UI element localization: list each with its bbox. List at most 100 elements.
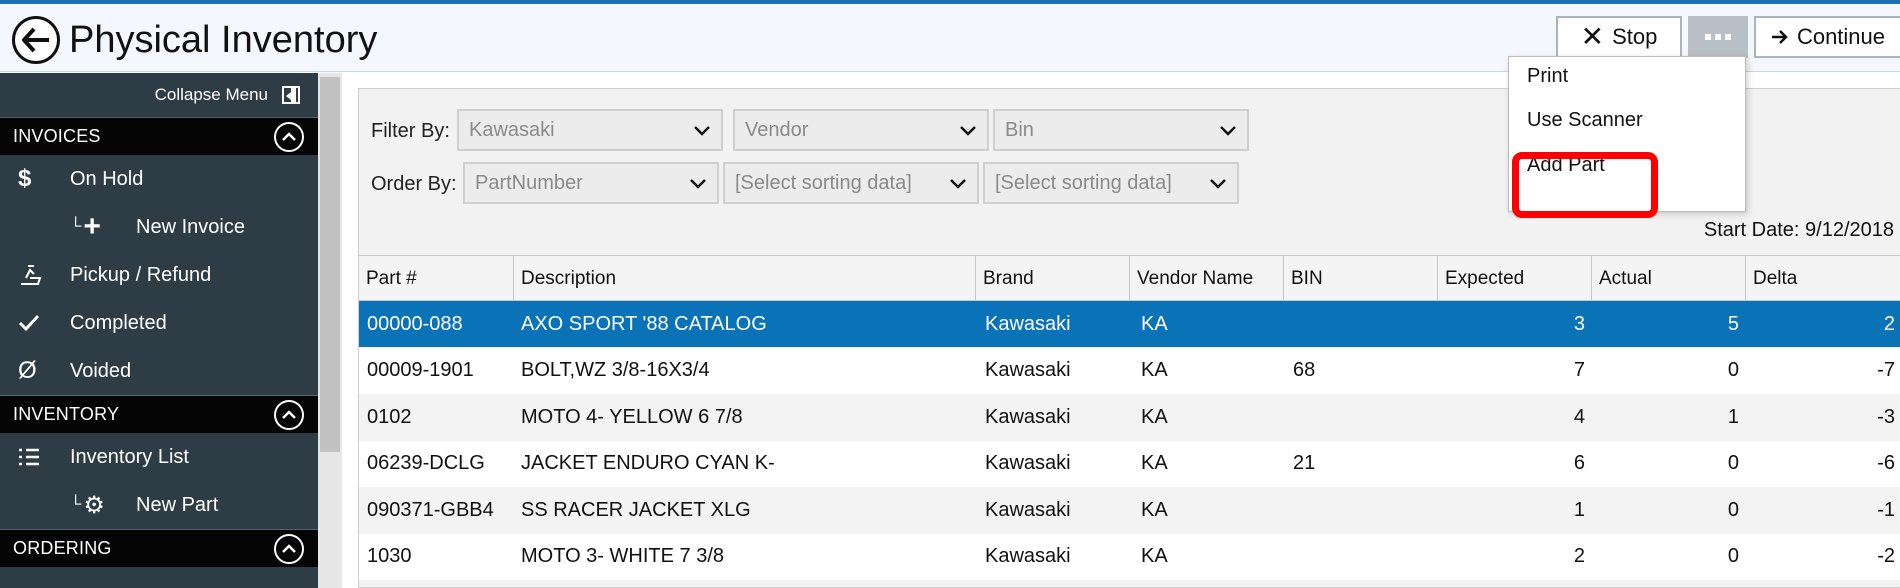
sidebar-scrollbar[interactable] (318, 73, 342, 588)
column-header-expected[interactable]: Expected (1437, 256, 1591, 302)
cell-description: SS RACER JACKET XLG (521, 498, 751, 521)
chevron-down-icon (694, 126, 710, 136)
collapse-menu-button[interactable]: Collapse Menu (0, 73, 318, 117)
sidebar-item-new-invoice[interactable]: └ + New Invoice (0, 203, 318, 251)
continue-label: Continue (1796, 24, 1886, 49)
column-header-delta[interactable]: Delta (1745, 256, 1900, 302)
cell-description: BOLT,WZ 3/8-16X3/4 (521, 359, 710, 381)
table-row[interactable]: 06239-DCLG JACKET ENDURO CYAN K- Kawasaki K… (359, 440, 1900, 487)
sidebar-item-label: Pickup / Refund (70, 263, 212, 286)
filter-brand-select[interactable]: Kawasaki (457, 109, 723, 151)
filter-vendor-select[interactable]: Vendor (733, 109, 989, 151)
sidebar-item-completed[interactable]: Completed (0, 299, 318, 347)
order-by-select-2[interactable]: [Select sorting data] (723, 162, 979, 204)
chevron-up-icon[interactable] (274, 399, 304, 430)
table-row[interactable]: 090371-GBB4 SS RACER JACKET XLG Kawasaki KA… (359, 487, 1900, 533)
cell-delta: -3 (1877, 405, 1895, 428)
sidebar: Collapse Menu INVOICES $ On Hold └ + New … (0, 73, 318, 588)
filter-row: Filter By: (359, 109, 463, 153)
sidebar-item-label: On Hold (70, 167, 144, 190)
cell-brand: Kawasaki (985, 312, 1071, 335)
sidebar-item-new-part[interactable]: └ ⚙ New Part (0, 481, 318, 529)
filter-bin-select[interactable]: Bin (993, 109, 1249, 151)
grid-header: Part # Description Brand Vendor Name BIN… (359, 255, 1900, 302)
column-header-description[interactable]: Description (513, 256, 975, 302)
section-invoices[interactable]: INVOICES (0, 117, 318, 155)
filter-by-label: Filter By: (371, 119, 450, 142)
empty-set-icon: Ø (18, 357, 37, 384)
cell-part-number: 090371-GBB4 (367, 498, 494, 521)
column-header-vendor-name[interactable]: Vendor Name (1129, 256, 1283, 302)
cell-expected: 7 (1573, 359, 1585, 381)
section-title: ORDERING (13, 538, 112, 558)
cell-bin (1293, 534, 1433, 580)
column-header-bin[interactable]: BIN (1283, 256, 1437, 302)
cell-expected: 1 (1573, 498, 1585, 521)
cell-brand: Kawasaki (985, 359, 1071, 381)
chevron-down-icon (960, 126, 976, 136)
cell-part-number: 06239-DCLG (367, 452, 485, 474)
column-header-brand[interactable]: Brand (975, 256, 1129, 302)
cell-description: MOTO 3- WHITE 7 3/8 (521, 545, 724, 567)
ellipsis-icon (1705, 34, 1731, 40)
cell-expected: 2 (1573, 545, 1585, 567)
stop-label: Stop (1612, 24, 1658, 49)
collapse-panel-icon (282, 86, 300, 104)
cell-brand: Kawasaki (985, 498, 1071, 521)
table-row[interactable]: 00009-1901 BOLT,WZ 3/8-16X3/4 Kawasaki KA 68… (359, 347, 1900, 394)
chevron-down-icon (1220, 126, 1236, 136)
cell-brand: Kawasaki (985, 545, 1071, 567)
section-title: INVOICES (13, 126, 101, 146)
section-inventory[interactable]: INVENTORY (0, 395, 318, 433)
gear-icon: └ ⚙ (70, 491, 105, 519)
order-row: Order By: (359, 162, 463, 206)
hand-refund-icon (18, 264, 70, 286)
continue-button[interactable]: Continue (1754, 16, 1900, 58)
order-by-select-3[interactable]: [Select sorting data] (983, 162, 1239, 204)
stop-button[interactable]: ✕ Stop (1556, 16, 1682, 58)
select-value: [Select sorting data] (735, 171, 912, 194)
order-by-select-1[interactable]: PartNumber (463, 162, 719, 204)
sidebar-item-voided[interactable]: Ø Voided (0, 347, 318, 395)
sidebar-item-on-hold[interactable]: $ On Hold (0, 155, 318, 203)
cell-actual: 0 (1727, 545, 1739, 567)
cell-bin (1293, 487, 1433, 533)
table-row[interactable]: 0102 MOTO 4- YELLOW 6 7/8 Kawasaki KA 4 1 -3 (359, 394, 1900, 440)
chevron-up-icon[interactable] (274, 121, 304, 152)
plus-icon: └ + (70, 210, 101, 243)
cell-vendor-name: KA (1141, 359, 1168, 381)
cell-delta: -6 (1877, 452, 1895, 474)
cell-actual: 0 (1727, 452, 1739, 474)
cell-delta: -2 (1877, 545, 1895, 567)
select-value: Kawasaki (469, 118, 555, 141)
select-value: PartNumber (475, 171, 583, 194)
column-header-part-number[interactable]: Part # (359, 256, 513, 302)
table-row[interactable]: 1030 MOTO 3- WHITE 7 3/8 Kawasaki KA 2 0 -2 (359, 533, 1900, 580)
sidebar-item-inventory-list[interactable]: Inventory List (0, 433, 318, 481)
cell-actual: 0 (1727, 359, 1739, 381)
back-button[interactable] (12, 16, 60, 64)
cell-actual: 1 (1727, 405, 1739, 428)
sidebar-item-pickup-refund[interactable]: Pickup / Refund (0, 251, 318, 299)
arrow-right-icon (1771, 30, 1788, 44)
menu-item-print[interactable]: Print (1527, 65, 1568, 88)
sidebar-item-label: Inventory List (70, 445, 189, 468)
chevron-up-icon[interactable] (274, 533, 304, 564)
page-title: Physical Inventory (69, 19, 378, 61)
cell-expected: 4 (1573, 405, 1585, 428)
more-options-button[interactable] (1688, 16, 1748, 58)
cell-bin: 68 (1293, 359, 1316, 381)
collapse-menu-label: Collapse Menu (154, 85, 268, 104)
column-header-actual[interactable]: Actual (1591, 256, 1745, 302)
section-title: INVENTORY (13, 404, 120, 424)
scrollbar-thumb[interactable] (320, 77, 340, 452)
section-ordering[interactable]: ORDERING (0, 529, 318, 567)
cell-description: AXO SPORT '88 CATALOG (521, 312, 767, 335)
dollar-icon: $ (18, 165, 32, 192)
cell-bin: 21 (1293, 452, 1316, 474)
table-row[interactable]: 00000-088 AXO SPORT '88 CATALOG Kawasaki KA… (359, 301, 1900, 347)
cell-vendor-name: KA (1141, 545, 1168, 567)
cell-part-number: 00000-088 (367, 312, 463, 335)
menu-item-use-scanner[interactable]: Use Scanner (1527, 109, 1643, 132)
cell-description: MOTO 4- YELLOW 6 7/8 (521, 405, 743, 428)
